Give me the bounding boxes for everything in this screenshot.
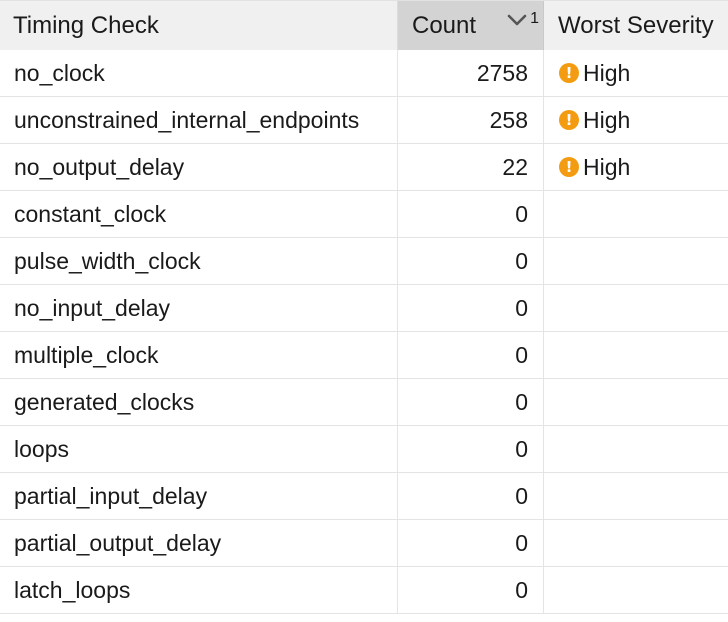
column-header-count[interactable]: Count 1 [398,1,544,50]
cell-timing-check: constant_clock [0,191,398,237]
cell-count: 0 [398,520,544,566]
table-row[interactable]: multiple_clock 0 [0,332,728,379]
warning-circle-icon: ! [559,110,579,130]
table-row[interactable]: latch_loops 0 [0,567,728,614]
cell-timing-check: pulse_width_clock [0,238,398,284]
cell-worst-severity [544,473,728,519]
cell-timing-check: no_output_delay [0,144,398,190]
cell-timing-check: loops [0,426,398,472]
sort-indicator: 1 [507,10,539,28]
cell-count: 22 [398,144,544,190]
cell-count: 0 [398,426,544,472]
severity-label: High [583,59,631,86]
cell-worst-severity [544,238,728,284]
table-row[interactable]: no_clock 2758! High [0,50,728,97]
column-header-label: Timing Check [13,11,159,39]
cell-worst-severity [544,332,728,378]
cell-timing-check: unconstrained_internal_endpoints [0,97,398,143]
column-header-timing-check[interactable]: Timing Check [0,1,398,50]
cell-timing-check: partial_input_delay [0,473,398,519]
table-row[interactable]: partial_input_delay 0 [0,473,728,520]
cell-worst-severity [544,520,728,566]
table-row[interactable]: partial_output_delay 0 [0,520,728,567]
cell-worst-severity: ! High [544,144,728,190]
cell-count: 0 [398,238,544,284]
severity-label: High [583,106,631,133]
cell-worst-severity: ! High [544,50,728,96]
table-row[interactable]: pulse_width_clock 0 [0,238,728,285]
warning-circle-icon: ! [559,63,579,83]
table-row[interactable]: no_output_delay 22! High [0,144,728,191]
timing-check-table: Timing Check Count 1 Worst Severity no_c… [0,0,728,622]
table-body: no_clock 2758! High unconstrained_internal_… [0,50,728,614]
cell-timing-check: no_clock [0,50,398,96]
table-row[interactable]: constant_clock 0 [0,191,728,238]
cell-count: 0 [398,332,544,378]
warning-circle-icon: ! [559,157,579,177]
column-header-worst-severity[interactable]: Worst Severity [544,1,728,50]
cell-count: 0 [398,473,544,519]
cell-worst-severity [544,567,728,613]
cell-timing-check: multiple_clock [0,332,398,378]
column-header-label: Worst Severity [558,11,714,39]
column-header-label: Count [412,11,477,39]
cell-count: 2758 [398,50,544,96]
table-row[interactable]: unconstrained_internal_endpoints 258! High [0,97,728,144]
cell-timing-check: partial_output_delay [0,520,398,566]
cell-worst-severity [544,379,728,425]
cell-count: 0 [398,285,544,331]
cell-worst-severity [544,191,728,237]
chevron-down-icon [507,14,527,26]
sort-order-number: 1 [530,10,539,27]
cell-timing-check: latch_loops [0,567,398,613]
cell-worst-severity: ! High [544,97,728,143]
severity-label: High [583,153,631,180]
cell-worst-severity [544,285,728,331]
table-row[interactable]: loops 0 [0,426,728,473]
cell-count: 0 [398,567,544,613]
cell-worst-severity [544,426,728,472]
cell-timing-check: no_input_delay [0,285,398,331]
table-row[interactable]: no_input_delay 0 [0,285,728,332]
cell-count: 0 [398,379,544,425]
table-row[interactable]: generated_clocks 0 [0,379,728,426]
table-header: Timing Check Count 1 Worst Severity [0,0,728,50]
cell-count: 258 [398,97,544,143]
cell-timing-check: generated_clocks [0,379,398,425]
cell-count: 0 [398,191,544,237]
